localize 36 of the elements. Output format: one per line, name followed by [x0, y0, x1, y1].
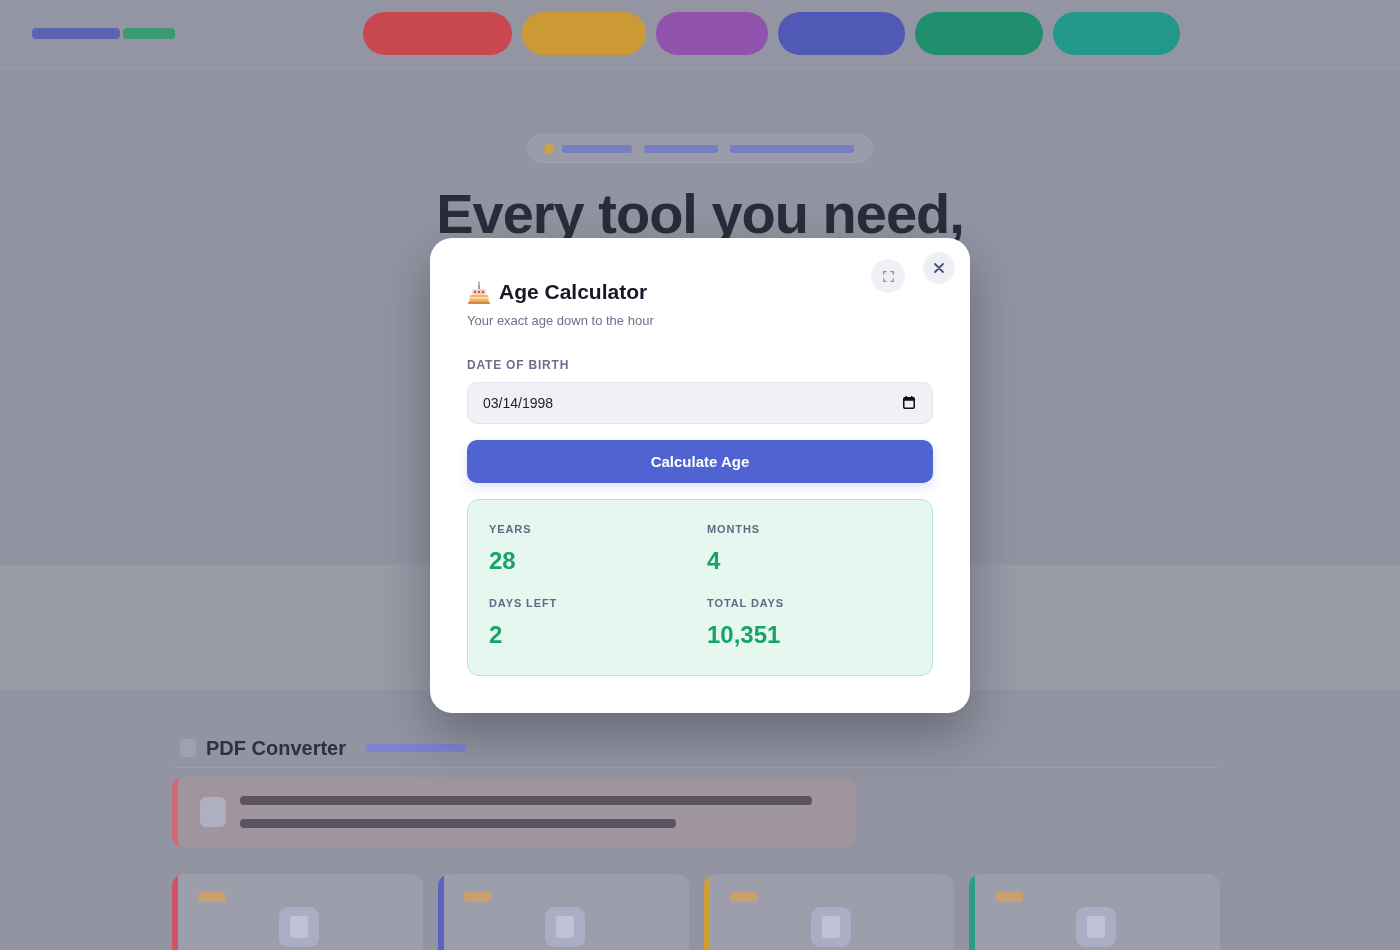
tile-icon [200, 797, 226, 827]
blurred-tag-drawing [463, 892, 492, 902]
cake-icon [468, 280, 490, 304]
nav-button[interactable] [915, 12, 1043, 55]
calendar-icon[interactable] [903, 396, 915, 409]
stat-value: 28 [489, 546, 517, 576]
blurred-tag-drawing [995, 892, 1024, 902]
blurred-tag-drawing [729, 892, 758, 902]
stat-value: 4 [707, 546, 722, 576]
nav-button[interactable] [656, 12, 768, 55]
tile-icon [279, 907, 319, 947]
nav-button[interactable] [522, 12, 646, 55]
stat-label: YEARS [489, 522, 533, 536]
blurred-tag-drawing [198, 892, 226, 902]
stat-label: MONTHS [707, 522, 762, 536]
expand-icon [882, 270, 894, 282]
stat-label: TOTAL DAYS [707, 596, 786, 610]
expand-button[interactable] [871, 259, 905, 293]
nav-button[interactable] [1053, 12, 1180, 55]
field-label: DATE OF BIRTH [467, 357, 571, 373]
nav-button[interactable] [363, 12, 512, 55]
section-title: PDF Converter [206, 736, 347, 761]
tile-icon [810, 907, 851, 947]
dialog-title: Age Calculator [499, 279, 648, 305]
tile-icon [544, 907, 585, 947]
nav-button[interactable] [778, 12, 905, 55]
stat-label: DAYS LEFT [489, 596, 559, 610]
dialog-subtitle: Your exact age down to the hour [467, 312, 655, 330]
close-icon [934, 263, 944, 273]
dot-icon [544, 143, 554, 154]
close-button[interactable] [923, 252, 955, 284]
calculate-button[interactable]: Calculate Age [467, 440, 933, 483]
stat-value: 2 [489, 620, 504, 650]
tile-icon [1076, 907, 1117, 947]
stat-value: 10,351 [707, 620, 782, 650]
date-field[interactable]: 03/14/1998 [467, 382, 933, 424]
